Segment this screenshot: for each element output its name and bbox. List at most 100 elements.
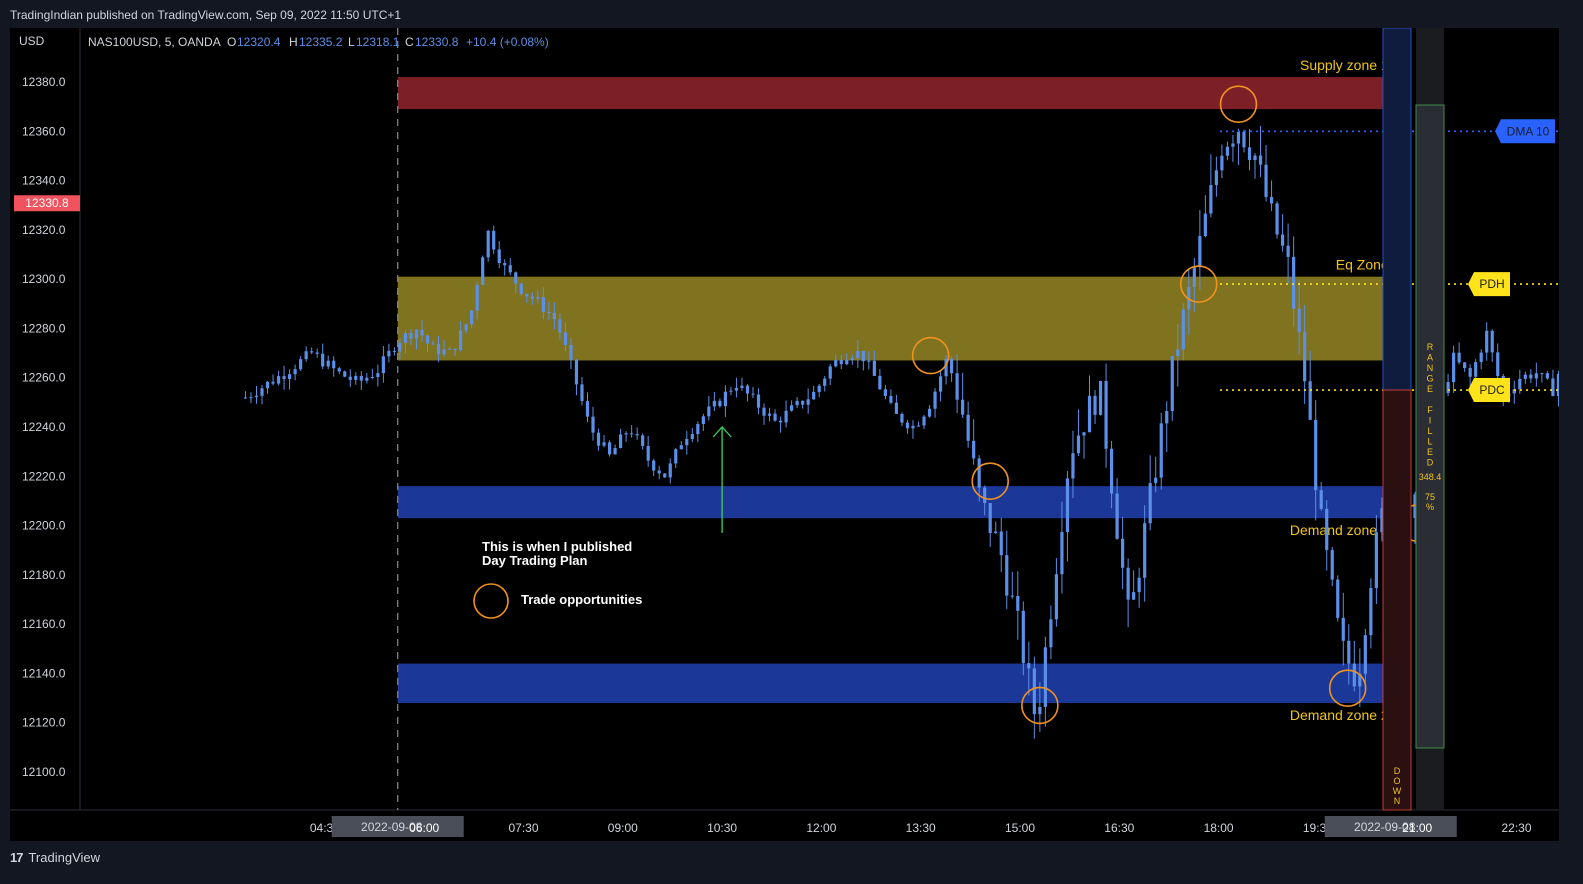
- dma10-label: DMA 10: [1507, 124, 1550, 138]
- candle-body: [447, 348, 452, 350]
- price-tick-7: 12240.0: [22, 420, 66, 434]
- candle-body: [905, 422, 910, 429]
- candle-body: [602, 442, 606, 446]
- price-tick-2: 12140.0: [22, 666, 66, 680]
- zone-label-0: Supply zone 1: [1300, 57, 1389, 73]
- high-label: H: [289, 35, 298, 49]
- candle-body: [1021, 610, 1025, 664]
- candle-body: [585, 401, 590, 417]
- candle-body: [845, 360, 849, 365]
- low-value: 12318.1: [356, 35, 400, 49]
- candle-body: [1297, 308, 1301, 333]
- candle-body: [276, 376, 281, 384]
- candle-body: [1529, 374, 1533, 379]
- candle-body: [497, 249, 501, 264]
- range-vertical-char: E: [1427, 447, 1433, 457]
- time-tick-6: 13:30: [906, 821, 936, 835]
- range-up-column: [1382, 27, 1412, 391]
- candle-body: [933, 391, 937, 409]
- candle-body: [1286, 245, 1290, 257]
- candle-body: [812, 391, 816, 400]
- footer-brand[interactable]: 17 TradingView: [10, 850, 100, 865]
- candle-body: [254, 395, 259, 398]
- candle-body: [1049, 619, 1053, 648]
- candle-body: [767, 413, 772, 416]
- range-down-column: [1382, 389, 1412, 811]
- candle-body: [756, 394, 761, 408]
- candle-body: [503, 263, 507, 266]
- annotation-text-line-2: Day Trading Plan: [482, 553, 588, 568]
- candle-body: [734, 387, 739, 391]
- candle-body: [1214, 170, 1218, 186]
- zone-label-2: Demand zone 1: [1290, 522, 1389, 538]
- candle-body: [370, 376, 374, 378]
- candle-body: [1452, 352, 1456, 383]
- candle-body: [707, 406, 711, 417]
- candle-body: [293, 369, 297, 375]
- range-direction-char: W: [1393, 786, 1402, 796]
- candle-body: [801, 400, 805, 405]
- candle-body: [806, 399, 810, 405]
- candle-body: [1071, 453, 1075, 479]
- candle-body: [690, 434, 694, 439]
- candle-body: [348, 376, 352, 380]
- candle-body: [679, 445, 683, 450]
- candle-body: [949, 358, 954, 374]
- candle-body: [994, 531, 998, 534]
- candle-body: [1275, 203, 1279, 235]
- candle-body: [1209, 185, 1213, 214]
- candle-body: [712, 400, 716, 407]
- candle-body: [1032, 668, 1036, 715]
- candle-body: [1038, 706, 1042, 715]
- range-vertical-char: D: [1427, 458, 1434, 468]
- symbol-label[interactable]: NAS100USD, 5, OANDA: [88, 35, 221, 49]
- candle-body: [790, 405, 794, 411]
- candle-body: [1308, 381, 1312, 420]
- candle-body: [574, 359, 579, 385]
- candle-body: [740, 385, 744, 388]
- candle-body: [1518, 378, 1522, 390]
- candle-body: [508, 265, 512, 273]
- candle-body: [701, 416, 705, 424]
- candle-body: [310, 351, 314, 353]
- candle-body: [922, 416, 926, 426]
- range-vertical-char: L: [1427, 437, 1432, 447]
- candle-body: [1093, 395, 1097, 415]
- price-tick-10: 12300.0: [22, 272, 66, 286]
- range-percent: %: [1426, 502, 1434, 512]
- tradingview-logo-icon: 17: [10, 850, 24, 865]
- footer-brand-label: TradingView: [28, 850, 101, 865]
- candle-body: [475, 284, 479, 311]
- candle-body: [778, 420, 783, 423]
- range-direction-char: O: [1393, 776, 1400, 786]
- badge-time-1: 21:00: [1402, 821, 1432, 835]
- candle-body: [409, 333, 413, 339]
- candle-body: [332, 360, 336, 369]
- candle-body: [1314, 419, 1318, 491]
- candle-body: [365, 377, 369, 381]
- chart-panel[interactable]: Supply zone 1 Eq Zone Demand zone 1 Demand …: [10, 27, 1583, 841]
- range-vertical-char: G: [1426, 374, 1433, 384]
- candle-body: [1468, 368, 1472, 377]
- candle-body: [1154, 477, 1158, 484]
- price-tick-11: 12320.0: [22, 223, 66, 237]
- candle-body: [1457, 352, 1461, 363]
- candle-body: [900, 413, 904, 423]
- last-price-label: 12330.8: [25, 196, 69, 210]
- candle-body: [536, 297, 540, 299]
- time-tick-2: 07:30: [508, 821, 538, 835]
- candle-body: [1269, 196, 1274, 204]
- zone-0: [397, 77, 1391, 110]
- candle-body: [1027, 663, 1031, 669]
- price-tick-3: 12160.0: [22, 617, 66, 631]
- candle-body: [729, 390, 733, 392]
- candle-body: [1242, 131, 1246, 148]
- candle-body: [1369, 587, 1373, 636]
- candle-body: [1054, 574, 1059, 620]
- candle-body: [403, 333, 408, 343]
- price-chart[interactable]: Supply zone 1 Eq Zone Demand zone 1 Demand …: [10, 27, 1583, 841]
- candle-body: [1347, 640, 1351, 664]
- candle-body: [652, 460, 656, 471]
- candle-body: [1485, 330, 1489, 353]
- candle-body: [607, 442, 612, 455]
